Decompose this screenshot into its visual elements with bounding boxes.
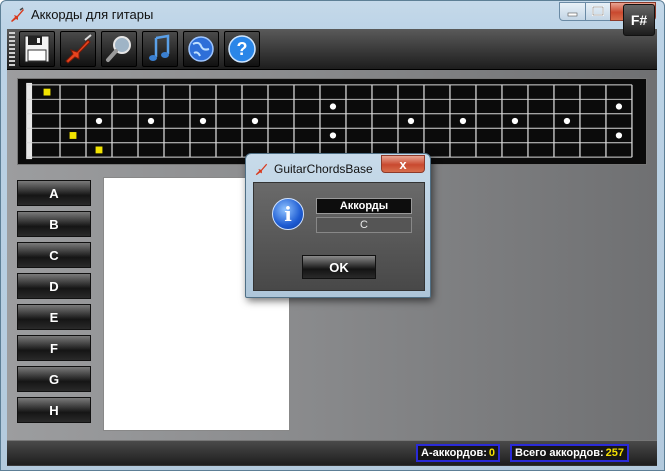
chord-finger-dot xyxy=(69,132,77,139)
key-button[interactable]: F# xyxy=(623,4,655,36)
guitar-app-icon xyxy=(255,163,268,176)
help-button[interactable]: ? xyxy=(224,31,260,67)
dialog-value: C xyxy=(316,217,412,233)
globe-icon xyxy=(188,36,214,62)
fret-marker-dot xyxy=(329,103,337,110)
dialog-title: GuitarChordsBase xyxy=(274,162,373,176)
a-chords-value: 0 xyxy=(488,447,496,459)
web-button[interactable] xyxy=(183,31,219,67)
music-note-icon xyxy=(149,34,170,61)
save-button[interactable] xyxy=(19,31,55,67)
search-button[interactable] xyxy=(101,31,137,67)
guitar-app-icon xyxy=(11,7,24,22)
dialog-body: i Аккорды C OK xyxy=(253,182,425,291)
fretboard[interactable] xyxy=(17,78,647,165)
chord-button-f[interactable]: F xyxy=(17,335,91,361)
fret-marker-dot xyxy=(329,132,337,139)
dialog-close-button[interactable]: x xyxy=(381,155,425,173)
chord-button-b[interactable]: B xyxy=(17,211,91,237)
fret-marker-dot xyxy=(407,117,415,125)
fret-marker-dot xyxy=(95,117,103,125)
fret-marker-dot xyxy=(615,103,623,110)
ok-button[interactable]: OK xyxy=(302,255,376,279)
total-chords-count: Всего аккордов: 257 xyxy=(510,444,630,462)
message-dialog: GuitarChordsBase x i Аккорды C OK xyxy=(245,153,431,298)
save-icon xyxy=(24,35,50,63)
toolbar-grip[interactable] xyxy=(9,32,15,66)
minimize-button[interactable] xyxy=(559,2,586,21)
chord-button-g[interactable]: G xyxy=(17,366,91,392)
chord-button-e[interactable]: E xyxy=(17,304,91,330)
fret-marker-dot xyxy=(251,117,259,125)
fretboard-nut xyxy=(26,82,33,160)
chord-finger-dot xyxy=(95,146,103,154)
chord-button-d[interactable]: D xyxy=(17,273,91,299)
guitar-icon xyxy=(65,34,92,64)
fret-marker-dot xyxy=(199,117,207,125)
chord-button-a[interactable]: A xyxy=(17,180,91,206)
title-bar[interactable]: Аккорды для гитары xyxy=(1,1,664,29)
guitar-button[interactable] xyxy=(60,31,96,67)
info-icon: i xyxy=(272,198,304,230)
close-icon: x xyxy=(399,156,407,172)
fret-marker-dot xyxy=(615,132,623,139)
chord-finger-dot xyxy=(43,88,51,96)
window-title: Аккорды для гитары xyxy=(31,7,154,22)
svg-text:?: ? xyxy=(237,39,248,59)
music-button[interactable] xyxy=(142,31,178,67)
chord-button-h[interactable]: H xyxy=(17,397,91,423)
search-icon xyxy=(106,36,131,62)
fret-marker-dot xyxy=(147,117,155,125)
maximize-icon xyxy=(592,6,604,16)
help-icon: ? xyxy=(228,35,256,63)
a-chords-count: A-аккордов: 0 xyxy=(416,444,501,462)
chord-button-c[interactable]: C xyxy=(17,242,91,268)
fret-marker-dot xyxy=(563,117,571,125)
fret-marker-dot xyxy=(459,117,467,125)
dialog-label: Аккорды xyxy=(316,198,412,214)
a-chords-label: A-аккордов: xyxy=(421,447,487,459)
maximize-button[interactable] xyxy=(585,2,611,21)
total-chords-value: 257 xyxy=(605,447,625,459)
toolbar: ? xyxy=(7,29,657,70)
total-chords-label: Всего аккордов: xyxy=(515,447,604,459)
minimize-icon xyxy=(567,12,578,17)
fret-marker-dot xyxy=(511,117,519,125)
